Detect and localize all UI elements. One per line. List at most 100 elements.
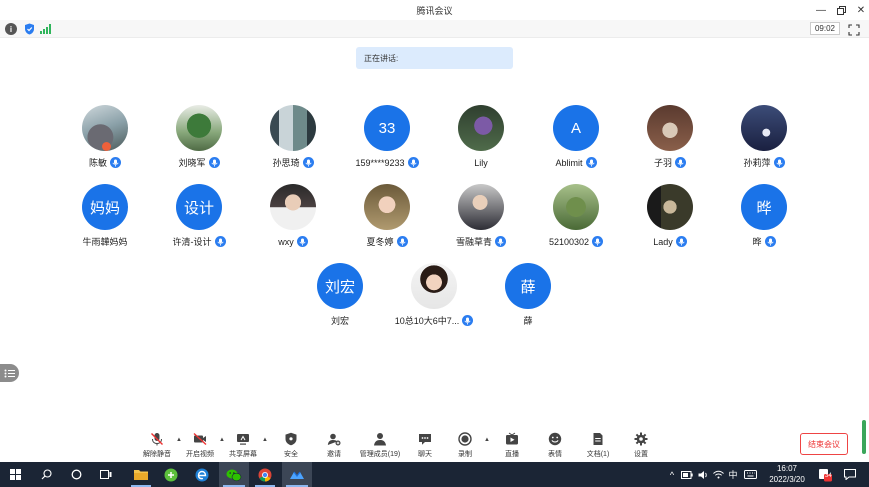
participant-list-toggle[interactable] <box>0 364 19 382</box>
tray-battery-icon[interactable] <box>680 462 694 487</box>
fullscreen-icon[interactable] <box>848 23 860 36</box>
microphone-icon[interactable] <box>396 236 408 247</box>
tray-ime[interactable]: 中 <box>726 462 740 487</box>
tray-wifi-icon[interactable] <box>712 462 725 487</box>
start-video-button[interactable]: 开启视频 <box>180 432 220 459</box>
microphone-icon[interactable] <box>302 157 314 168</box>
scrollbar[interactable] <box>862 420 866 454</box>
participant-avatar <box>270 105 316 151</box>
mic-muted-icon <box>151 433 163 446</box>
participant-name: 许清-设计 <box>172 237 212 247</box>
participant-tile[interactable]: 晔晔 <box>709 184 819 248</box>
taskbar-file-explorer[interactable] <box>127 462 155 487</box>
search-button[interactable] <box>32 462 60 487</box>
participant-name: 牛雨韡妈妈 <box>82 237 128 247</box>
close-button[interactable]: ✕ <box>850 0 869 20</box>
windows-taskbar: ^ 中 16:07 2022/3/20 34 <box>0 462 869 487</box>
tray-volume-icon[interactable] <box>697 462 709 487</box>
restore-icon <box>836 5 846 15</box>
unmute-button[interactable]: 解除静音 <box>137 432 177 459</box>
record-icon <box>458 432 472 446</box>
share-screen-button[interactable]: 共享屏幕 <box>223 432 263 459</box>
microphone-icon[interactable] <box>407 157 419 168</box>
minimize-button[interactable]: — <box>810 0 832 20</box>
participant-avatar <box>647 105 693 151</box>
microphone-icon[interactable] <box>296 236 308 247</box>
settings-button[interactable]: 设置 <box>621 432 661 459</box>
end-meeting-button[interactable]: 结束会议 <box>800 433 848 455</box>
action-center-icon <box>844 469 856 480</box>
participant-avatar: 刘宏 <box>317 263 363 309</box>
meeting-timer: 09:02 <box>810 22 840 35</box>
taskbar-wechat[interactable] <box>219 462 249 487</box>
manage-members-button[interactable]: 管理成员(19) <box>357 432 403 459</box>
microphone-icon[interactable] <box>585 157 597 168</box>
share-options-caret[interactable]: ▲ <box>262 437 268 443</box>
members-icon <box>374 433 386 446</box>
participant-avatar <box>553 184 599 230</box>
search-icon <box>41 469 52 480</box>
meeting-info-bar: i 09:02 <box>0 20 869 38</box>
live-button[interactable]: 直播 <box>492 432 532 459</box>
tray-overflow-icon[interactable]: ^ <box>666 462 678 487</box>
participant-name: 雪融草青 <box>455 237 492 247</box>
taskbar-chrome[interactable] <box>251 462 279 487</box>
taskbar-tencent-meeting[interactable] <box>282 462 312 487</box>
title-bar: 腾讯会议 — ✕ <box>0 0 869 20</box>
participant-avatar <box>364 184 410 230</box>
microphone-icon[interactable] <box>462 315 474 326</box>
meeting-toolbar: 解除静音 ▲ 开启视频 ▲ 共享屏幕 ▲ 安全 邀请 管理成员(19) 聊天 录… <box>0 428 869 462</box>
taskbar-green-app[interactable] <box>157 462 185 487</box>
notification-app[interactable]: 34 <box>815 462 835 487</box>
documents-button[interactable]: 文档(1) <box>578 432 618 459</box>
participant-avatar <box>411 263 457 309</box>
microphone-icon[interactable] <box>208 157 220 168</box>
share-screen-icon <box>237 434 249 445</box>
green-app-icon <box>164 468 178 481</box>
participant-avatar: 33 <box>364 105 410 151</box>
participant-name: 159****9233 <box>355 157 405 168</box>
participant-avatar: 妈妈 <box>82 184 128 230</box>
window-title: 腾讯会议 <box>416 6 453 16</box>
notification-count: 34 <box>825 473 832 479</box>
participant-avatar <box>458 105 504 151</box>
restore-button[interactable] <box>830 0 852 20</box>
reactions-button[interactable]: 表情 <box>535 432 575 459</box>
record-options-caret[interactable]: ▲ <box>484 437 490 443</box>
microphone-icon[interactable] <box>214 236 226 247</box>
microphone-icon[interactable] <box>592 236 604 247</box>
start-button[interactable] <box>0 462 30 487</box>
invite-button[interactable]: 邀请 <box>314 432 354 459</box>
security-button[interactable]: 安全 <box>271 432 311 459</box>
record-button[interactable]: 录制 <box>445 432 485 459</box>
microphone-icon[interactable] <box>675 157 686 168</box>
microphone-icon[interactable] <box>773 157 785 168</box>
emoji-icon <box>548 432 562 446</box>
participant-name: 陈敏 <box>88 158 107 168</box>
participant-tile[interactable]: 薛薛 <box>473 263 583 327</box>
signal-icon[interactable] <box>40 23 52 35</box>
participant-name: Lady <box>653 236 673 247</box>
chat-button[interactable]: 聊天 <box>405 432 445 459</box>
participant-tile[interactable]: 雪融草青 <box>426 184 536 248</box>
task-view-button[interactable] <box>92 462 120 487</box>
taskbar-clock[interactable]: 16:07 2022/3/20 <box>762 463 812 485</box>
info-icon[interactable]: i <box>5 23 17 35</box>
microphone-icon[interactable] <box>110 157 121 168</box>
microphone-icon[interactable] <box>495 236 506 247</box>
action-center-button[interactable] <box>840 462 860 487</box>
cortana-button[interactable] <box>62 462 90 487</box>
participant-tile[interactable]: 孙莉萍 <box>709 105 819 169</box>
tray-keyboard-icon[interactable] <box>742 462 758 487</box>
microphone-icon[interactable] <box>675 236 687 247</box>
participant-name: 刘宏 <box>330 316 349 326</box>
participant-avatar: 晔 <box>741 184 787 230</box>
participant-name: Lily <box>474 157 488 168</box>
microphone-icon[interactable] <box>764 236 776 247</box>
taskbar-edge[interactable] <box>188 462 216 487</box>
shield-icon[interactable] <box>23 23 35 35</box>
participant-tile[interactable]: Lily <box>426 105 536 169</box>
avatar-status-badge <box>102 142 111 151</box>
clock-time: 16:07 <box>776 464 798 473</box>
participant-avatar <box>647 184 693 230</box>
